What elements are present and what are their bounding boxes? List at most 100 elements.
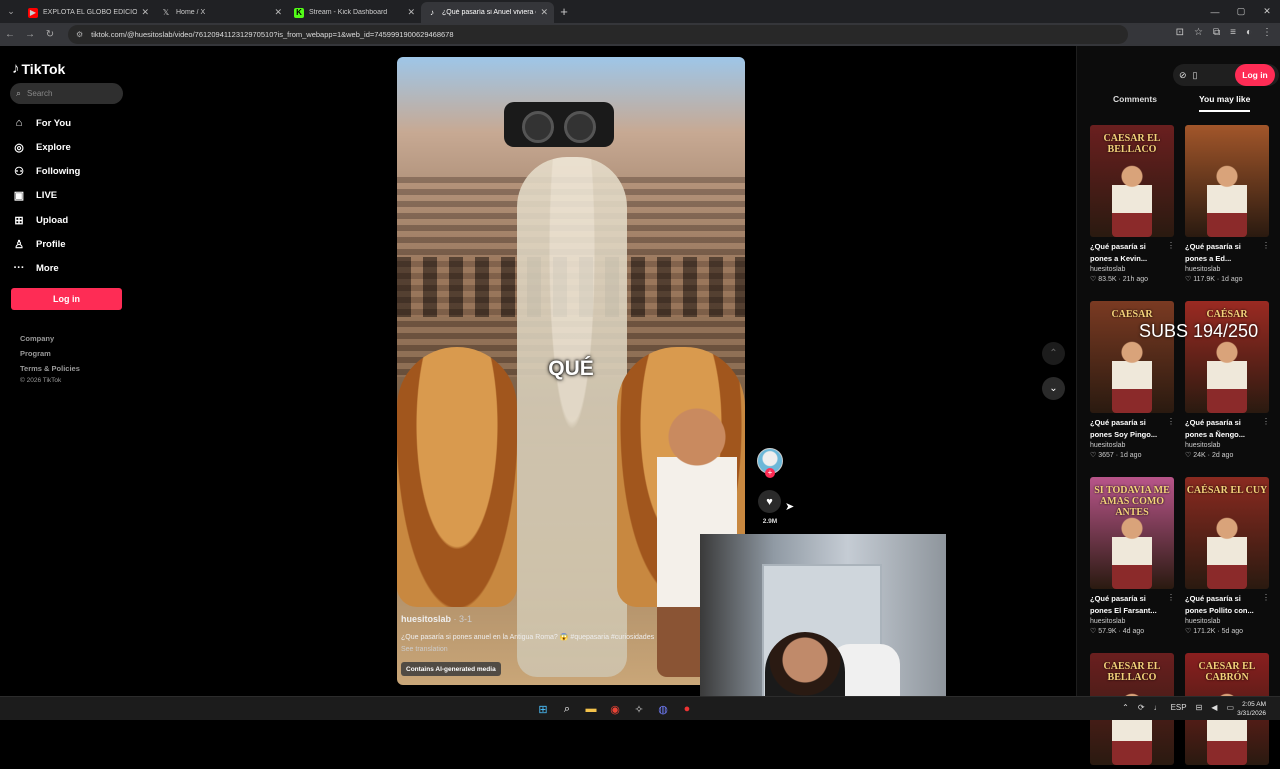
card-title[interactable]: ¿Qué pasaría si pones a Ñengo... xyxy=(1185,417,1265,441)
reload-icon[interactable]: ↻ xyxy=(40,29,60,40)
url-field[interactable]: ⚙ tiktok.com/@huesitoslab/video/76120941… xyxy=(68,25,1128,44)
card-author[interactable]: huesitoslab xyxy=(1185,618,1270,625)
more-options-icon[interactable]: ⋮ xyxy=(1262,417,1270,426)
sidebar-item-upload[interactable]: ⊞ Upload xyxy=(12,214,68,227)
tray-chevron-icon[interactable]: ⌃ xyxy=(1122,703,1129,712)
close-icon[interactable]: ✕ xyxy=(141,7,149,18)
tab-you-may-like[interactable]: You may like xyxy=(1199,94,1251,112)
recommended-card[interactable]: ⋮ ¿Qué pasaría si pones a Ed... huesitosla… xyxy=(1185,125,1270,283)
file-explorer-icon[interactable]: ▬ xyxy=(582,700,600,718)
previous-video-button[interactable]: ⌃ xyxy=(1042,342,1065,365)
like-button[interactable]: ♥ xyxy=(758,490,781,513)
card-author[interactable]: huesitoslab xyxy=(1185,442,1270,449)
more-options-icon[interactable]: ⋮ xyxy=(1167,417,1175,426)
tab-comments[interactable]: Comments xyxy=(1113,94,1157,104)
sidebar-item-more[interactable]: ··· More xyxy=(12,262,59,274)
mobile-icon[interactable]: ▯ xyxy=(1193,70,1198,81)
explore-icon[interactable]: ⊘ xyxy=(1179,70,1187,81)
more-options-icon[interactable]: ⋮ xyxy=(1167,593,1175,602)
sidebar-item-explore[interactable]: ◎ Explore xyxy=(12,141,71,154)
new-tab-button[interactable]: + xyxy=(554,4,574,19)
card-thumbnail[interactable]: CAESAR EL BELLACO xyxy=(1090,125,1174,237)
card-author[interactable]: huesitoslab xyxy=(1090,618,1175,625)
video-player[interactable]: QUÉ huesitoslab · 3-1 ¿Que pasaría si po… xyxy=(397,57,745,685)
browser-tab[interactable]: ▶ EXPLOTA EL GLOBO EDICION E ✕ xyxy=(22,2,155,23)
taskbar-clock[interactable]: 2:05 AM 3/31/2026 xyxy=(1237,700,1266,718)
extensions-icon[interactable]: ⧉ xyxy=(1213,27,1220,38)
more-options-icon[interactable]: ⋮ xyxy=(1167,241,1175,250)
card-title[interactable]: ¿Qué pasaría si pones Pollito con... xyxy=(1185,593,1265,617)
close-window-icon[interactable]: ✕ xyxy=(1254,0,1280,23)
back-icon[interactable]: ← xyxy=(0,29,20,40)
recorder-icon[interactable]: ● xyxy=(678,700,696,718)
card-thumbnail[interactable]: CAÉSAR EL CUY xyxy=(1185,477,1269,589)
close-icon[interactable]: ✕ xyxy=(540,7,548,18)
install-icon[interactable]: ⊡ xyxy=(1176,27,1184,38)
youtube-icon: ▶ xyxy=(28,7,38,18)
site-info-icon[interactable]: ⚙ xyxy=(76,30,83,39)
close-icon[interactable]: ✕ xyxy=(407,7,415,18)
recommended-card[interactable]: CAESAR EL BELLACO ⋮ ¿Qué pasaría si pones … xyxy=(1090,125,1175,283)
windows-start-icon[interactable]: ⊞ xyxy=(534,700,552,718)
follow-plus-icon[interactable]: + xyxy=(765,468,775,478)
recommended-card[interactable]: SI TODAVIA ME AMAS COMO ANTES ⋮ ¿Qué pasar… xyxy=(1090,477,1175,635)
video-author[interactable]: huesitoslab · 3-1 xyxy=(401,614,472,624)
thumbnail-text: CAESAR EL CABRÓN xyxy=(1198,661,1256,683)
discord-icon[interactable]: ◍ xyxy=(654,700,672,718)
close-icon[interactable]: ✕ xyxy=(274,7,282,18)
card-title[interactable]: ¿Qué pasaría si pones Soy Pingo... xyxy=(1090,417,1170,441)
minimize-icon[interactable]: — xyxy=(1202,0,1228,23)
profile-avatar-icon[interactable]: ◐ xyxy=(1246,27,1252,38)
browser-tab[interactable]: K Stream - Kick Dashboard ✕ xyxy=(288,2,421,23)
recommended-card[interactable]: CAÉSAR EL CUY ⋮ ¿Qué pasaría si pones Poll… xyxy=(1185,477,1270,635)
card-title[interactable]: ¿Qué pasaría si pones a Ed... xyxy=(1185,241,1265,265)
card-thumbnail[interactable]: CAESAR xyxy=(1090,301,1174,413)
media-icon[interactable]: ≡ xyxy=(1230,27,1236,38)
card-age: 2d ago xyxy=(1211,452,1234,459)
ai-generated-label[interactable]: Contains AI-generated media xyxy=(401,662,501,676)
windows-taskbar: ⊞ ⌕ ▬ ◉ ✧ ◍ ● ⌃ ⟳ ♩ ESP ⊟ ◀ ▭ 2:05 AM 3/… xyxy=(0,696,1280,720)
chrome-icon[interactable]: ◉ xyxy=(606,700,624,718)
card-author[interactable]: huesitoslab xyxy=(1185,266,1270,273)
card-thumbnail[interactable]: SI TODAVIA ME AMAS COMO ANTES xyxy=(1090,477,1174,589)
forward-icon[interactable]: → xyxy=(20,29,40,40)
search-input[interactable]: ⌕ Search xyxy=(10,83,123,104)
volume-icon[interactable]: ◀ xyxy=(1211,703,1217,712)
tray-app-icon[interactable]: ⟳ xyxy=(1138,703,1145,712)
footer-link-program[interactable]: Program xyxy=(20,349,51,358)
browser-menu-icon[interactable]: ⋮ xyxy=(1262,27,1272,38)
card-thumbnail[interactable] xyxy=(1185,125,1269,237)
network-icon[interactable]: ⊟ xyxy=(1196,703,1203,712)
more-options-icon[interactable]: ⋮ xyxy=(1262,241,1270,250)
card-age: 4d ago xyxy=(1122,628,1145,635)
tiktok-logo[interactable]: ♪ TikTok xyxy=(12,60,65,77)
card-author[interactable]: huesitoslab xyxy=(1090,442,1175,449)
card-title[interactable]: ¿Qué pasaría si pones El Farsant... xyxy=(1090,593,1170,617)
login-button[interactable]: Log in xyxy=(11,288,122,310)
next-video-button[interactable]: ⌄ xyxy=(1042,377,1065,400)
tab-search-icon[interactable]: ⌄ xyxy=(0,0,22,23)
more-options-icon[interactable]: ⋮ xyxy=(1262,593,1270,602)
sidebar-item-profile[interactable]: ♙ Profile xyxy=(12,238,66,251)
card-author[interactable]: huesitoslab xyxy=(1090,266,1175,273)
clock-date: 3/31/2026 xyxy=(1237,710,1266,717)
taskbar-search-icon[interactable]: ⌕ xyxy=(558,700,576,718)
sidebar-item-for-you[interactable]: ⌂ For You xyxy=(12,117,71,129)
bookmark-star-icon[interactable]: ☆ xyxy=(1194,27,1203,38)
language-indicator[interactable]: ESP xyxy=(1171,703,1187,712)
app-icon[interactable]: ✧ xyxy=(630,700,648,718)
card-thumbnail[interactable]: CAÉSAR xyxy=(1185,301,1269,413)
maximize-icon[interactable]: ▢ xyxy=(1228,0,1254,23)
tab-title: Home / X xyxy=(176,9,206,16)
sidebar-item-live[interactable]: ▣ LIVE xyxy=(12,189,57,202)
see-translation-link[interactable]: See translation xyxy=(401,646,448,653)
microphone-icon[interactable]: ♩ xyxy=(1154,703,1162,712)
card-title[interactable]: ¿Qué pasaría si pones a Kevin... xyxy=(1090,241,1170,265)
sidebar-item-following[interactable]: ⚇ Following xyxy=(12,165,80,178)
footer-link-terms[interactable]: Terms & Policies xyxy=(20,364,80,373)
browser-tab[interactable]: 𝕏 Home / X ✕ xyxy=(155,2,288,23)
footer-link-company[interactable]: Company xyxy=(20,334,54,343)
battery-icon[interactable]: ▭ xyxy=(1226,703,1234,712)
browser-tab-active[interactable]: ♪ ¿Qué pasaría si Anuel viviera e ✕ xyxy=(421,2,554,23)
header-login-button[interactable]: Log in xyxy=(1235,64,1275,86)
